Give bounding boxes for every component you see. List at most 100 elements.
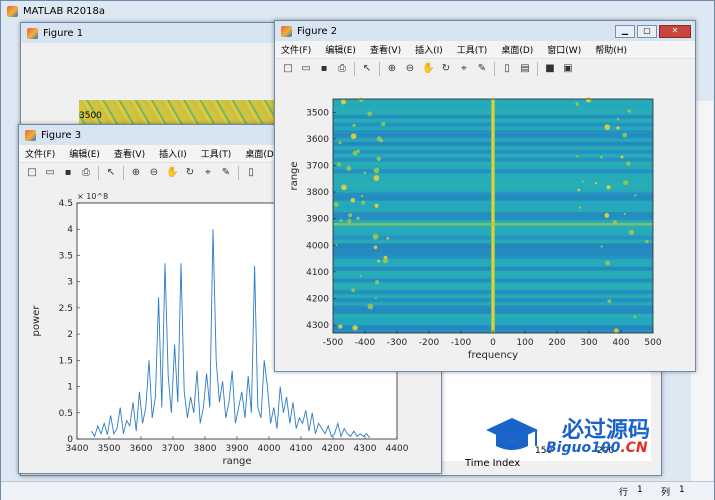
pointer-icon[interactable]: ↖ bbox=[361, 63, 373, 75]
link-icon[interactable]: ▯ bbox=[501, 63, 513, 75]
heatmap-hotspot bbox=[578, 205, 582, 209]
minimize-button[interactable]: ▁ bbox=[615, 24, 635, 38]
heatmap-hotspot bbox=[352, 150, 358, 156]
heatmap-hotspot bbox=[376, 136, 382, 142]
heatmap-hotspot bbox=[367, 111, 372, 116]
heatmap-hotspot bbox=[626, 161, 631, 166]
x-axis-label: range bbox=[222, 456, 251, 467]
menu-tools[interactable]: 工具(T) bbox=[457, 43, 488, 56]
hide-plot-tools-icon[interactable]: ■ bbox=[544, 63, 556, 75]
pointer-icon[interactable]: ↖ bbox=[105, 167, 117, 179]
x-tick-label: 3800 bbox=[194, 444, 217, 454]
toolbar-separator bbox=[238, 166, 239, 180]
menu-insert[interactable]: 插入(I) bbox=[415, 43, 443, 56]
zoom-out-icon[interactable]: ⊖ bbox=[148, 167, 160, 179]
heatmap-hotspot bbox=[339, 219, 343, 223]
print-icon[interactable]: ⎙ bbox=[80, 167, 92, 179]
menu-edit[interactable]: 编辑(E) bbox=[69, 147, 100, 160]
y-tick-label: 3900 bbox=[306, 215, 329, 225]
menu-window[interactable]: 窗口(W) bbox=[547, 43, 581, 56]
x-tick-label: -500 bbox=[323, 338, 344, 348]
figure2-titlebar[interactable]: Figure 2 ▁ ▢ ✕ bbox=[275, 21, 695, 41]
y-tick-label: 0.5 bbox=[59, 409, 73, 419]
heatmap-hotspot bbox=[606, 185, 611, 190]
menu-view[interactable]: 查看(V) bbox=[114, 147, 145, 160]
show-plot-tools-icon[interactable]: ▣ bbox=[562, 63, 574, 75]
rotate-icon[interactable]: ↻ bbox=[184, 167, 196, 179]
y-tick-label: 2.5 bbox=[59, 304, 73, 314]
toolbar-separator bbox=[537, 62, 538, 76]
pan-icon[interactable]: ✋ bbox=[166, 167, 178, 179]
heatmap-hotspot bbox=[374, 297, 377, 300]
heatmap-hotspot bbox=[623, 212, 627, 216]
menu-view[interactable]: 查看(V) bbox=[370, 43, 401, 56]
heatmap-hotspot bbox=[346, 165, 352, 171]
link-icon[interactable]: ▯ bbox=[245, 167, 257, 179]
menu-help[interactable]: 帮助(H) bbox=[595, 43, 627, 56]
watermark-text-b: o100 bbox=[581, 440, 621, 456]
new-figure-icon[interactable]: □ bbox=[26, 167, 38, 179]
heatmap-hotspot bbox=[604, 124, 611, 130]
y-exponent-label: × 10^8 bbox=[77, 192, 108, 201]
zoom-in-icon[interactable]: ⊕ bbox=[130, 167, 142, 179]
heatmap-hotspot bbox=[372, 233, 379, 240]
range-frequency-heatmap: -500 -400 -300 -200 -100 0 100 200 300 400 500 3500… bbox=[289, 97, 662, 361]
heatmap-hotspot bbox=[386, 237, 390, 240]
save-icon[interactable]: ▪ bbox=[62, 167, 74, 179]
close-button[interactable]: ✕ bbox=[659, 24, 691, 38]
y-axis-label: range bbox=[289, 161, 300, 190]
y-tick-label: 4.5 bbox=[59, 199, 73, 209]
zoom-out-icon[interactable]: ⊖ bbox=[404, 63, 416, 75]
y-tick-label: 3500 bbox=[306, 108, 329, 118]
new-figure-icon[interactable]: □ bbox=[282, 63, 294, 75]
watermark-subtitle: Biguo100.CN bbox=[546, 440, 648, 456]
menu-desktop[interactable]: 桌面(D) bbox=[245, 147, 277, 160]
y-axis-label: power bbox=[31, 305, 42, 337]
zoom-in-icon[interactable]: ⊕ bbox=[386, 63, 398, 75]
data-cursor-icon[interactable]: ⌖ bbox=[458, 63, 470, 75]
heatmap-hotspot bbox=[575, 155, 579, 158]
x-tick-label: 3700 bbox=[162, 444, 185, 454]
open-file-icon[interactable]: ▭ bbox=[300, 63, 312, 75]
status-col-label: 列 bbox=[661, 488, 671, 498]
figure2-window[interactable]: Figure 2 ▁ ▢ ✕ 文件(F) 编辑(E) 查看(V) 插入(I) 工… bbox=[274, 20, 696, 372]
heatmap-hotspot bbox=[376, 156, 381, 162]
x-tick-label: 100 bbox=[516, 338, 533, 348]
y-tick-label: 4300 bbox=[306, 321, 329, 331]
heatmap-hotspot bbox=[605, 260, 611, 266]
open-file-icon[interactable]: ▭ bbox=[44, 167, 56, 179]
heatmap-hotspot bbox=[363, 171, 366, 174]
figure-icon bbox=[281, 25, 292, 37]
y-tick-label: 4 bbox=[67, 225, 73, 235]
toolbar-separator bbox=[379, 62, 380, 76]
maximize-button[interactable]: ▢ bbox=[637, 24, 657, 38]
menu-file[interactable]: 文件(F) bbox=[281, 43, 311, 56]
save-icon[interactable]: ▪ bbox=[318, 63, 330, 75]
y-tick-label: 4200 bbox=[306, 294, 329, 304]
rotate-icon[interactable]: ↻ bbox=[440, 63, 452, 75]
heatmap-hotspot bbox=[358, 97, 364, 103]
x-tick-label: 3500 bbox=[98, 444, 121, 454]
menu-file[interactable]: 文件(F) bbox=[25, 147, 55, 160]
brush-icon[interactable]: ✎ bbox=[476, 63, 488, 75]
toolbar-separator bbox=[354, 62, 355, 76]
menu-tools[interactable]: 工具(T) bbox=[201, 147, 232, 160]
heatmap-hotspot bbox=[616, 126, 620, 130]
data-cursor-icon[interactable]: ⌖ bbox=[202, 167, 214, 179]
brush-icon[interactable]: ✎ bbox=[220, 167, 232, 179]
heatmap-hotspot bbox=[614, 328, 619, 333]
print-icon[interactable]: ⎙ bbox=[336, 63, 348, 75]
heatmap-hotspot bbox=[373, 175, 380, 181]
heatmap-hotspot bbox=[350, 197, 356, 203]
heatmap-hotspot bbox=[352, 325, 358, 331]
pan-icon[interactable]: ✋ bbox=[422, 63, 434, 75]
heatmap-hotspot bbox=[333, 201, 339, 207]
menu-desktop[interactable]: 桌面(D) bbox=[501, 43, 533, 56]
heatmap-hotspot bbox=[373, 167, 380, 174]
menu-edit[interactable]: 编辑(E) bbox=[325, 43, 356, 56]
heatmap-hotspot bbox=[634, 194, 637, 197]
x-tick-label: 3400 bbox=[66, 444, 89, 454]
colorbar-icon[interactable]: ▤ bbox=[519, 63, 531, 75]
heatmap-hotspot bbox=[382, 257, 389, 264]
menu-insert[interactable]: 插入(I) bbox=[159, 147, 187, 160]
